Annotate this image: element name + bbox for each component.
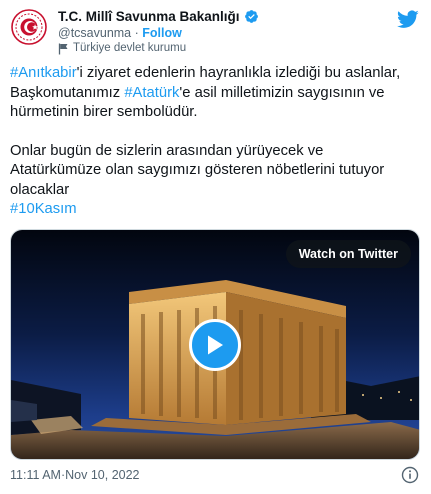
tweet-card: T.C. Millî Savunma Bakanlığı @tcsavunma … xyxy=(0,0,431,494)
government-label[interactable]: Türkiye devlet kurumu xyxy=(58,41,259,56)
hashtag-ataturk[interactable]: #Atatürk xyxy=(124,85,179,101)
tweet-header: T.C. Millî Savunma Bakanlığı @tcsavunma … xyxy=(10,8,421,58)
handle-line: @tcsavunma · Follow xyxy=(58,25,259,41)
tweet-text: #Anıtkabir'i ziyaret edenlerin hayranlık… xyxy=(10,64,410,220)
follow-button[interactable]: Follow xyxy=(142,26,182,40)
tweet-text-part: Onlar bugün de sizlerin arasından yürüye… xyxy=(10,142,385,198)
government-label-text: Türkiye devlet kurumu xyxy=(73,42,187,54)
tweet-paragraph-1: #Anıtkabir'i ziyaret edenlerin hayranlık… xyxy=(10,64,410,123)
tweet-timestamp[interactable]: 11:11 AM · Nov 10, 2022 xyxy=(10,468,140,482)
government-label-icon xyxy=(58,43,68,54)
info-icon[interactable] xyxy=(401,466,419,484)
tweet-date[interactable]: Nov 10, 2022 xyxy=(65,468,139,482)
watch-on-twitter-button[interactable]: Watch on Twitter xyxy=(285,240,411,268)
twitter-bird-icon[interactable] xyxy=(397,8,419,30)
play-icon xyxy=(208,335,223,355)
tweet-paragraph-2: Onlar bugün de sizlerin arasından yürüye… xyxy=(10,142,410,220)
handle[interactable]: @tcsavunma xyxy=(58,26,131,40)
ministry-emblem-icon xyxy=(10,8,48,46)
avatar[interactable] xyxy=(10,8,48,46)
tweet-time[interactable]: 11:11 AM xyxy=(10,468,61,482)
video-player[interactable]: Watch on Twitter xyxy=(10,229,420,460)
hashtag-anitkabir[interactable]: #Anıtkabir xyxy=(10,65,77,81)
handle-separator: · xyxy=(131,26,143,40)
hashtag-10kasim[interactable]: #10Kasım xyxy=(10,201,77,217)
display-name-text[interactable]: T.C. Millî Savunma Bakanlığı xyxy=(58,8,240,25)
verified-badge-icon xyxy=(244,10,258,23)
display-name[interactable]: T.C. Millî Savunma Bakanlığı xyxy=(58,8,259,25)
play-button[interactable] xyxy=(189,319,241,371)
account-names: T.C. Millî Savunma Bakanlığı @tcsavunma … xyxy=(58,8,259,56)
